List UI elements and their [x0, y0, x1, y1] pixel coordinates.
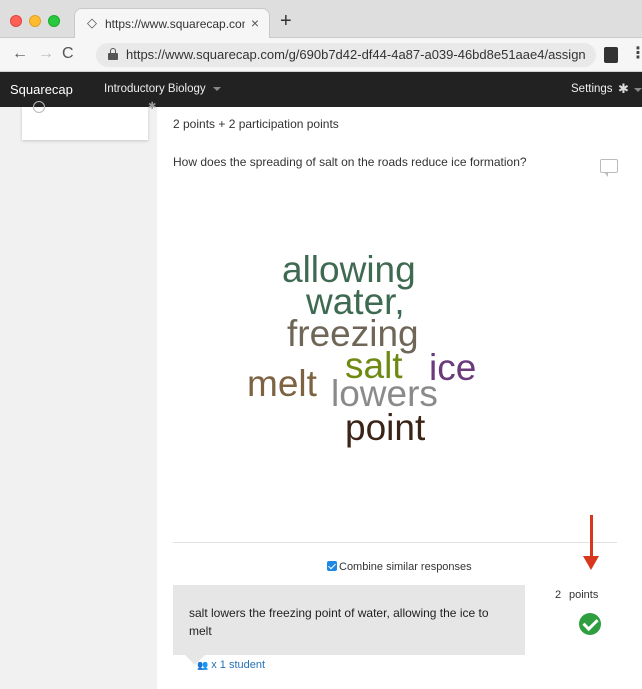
back-icon[interactable]: ← — [12, 45, 28, 63]
word-point: point — [345, 407, 426, 448]
combine-responses-toggle[interactable]: Combine similar responses — [327, 561, 472, 573]
brand-link[interactable]: Squarecap — [10, 82, 73, 97]
browser-tab-strip: ◇ https://www.squarecap.com/g/ × + — [0, 0, 642, 39]
address-bar-url[interactable]: https://www.squarecap.com/g/690b7d42-df4… — [126, 47, 586, 62]
app-navbar: Squarecap Introductory Biology Settings … — [0, 72, 642, 107]
squarecap-favicon-icon: ◇ — [87, 15, 97, 30]
student-count: x 1 student — [211, 659, 266, 671]
course-label: Introductory Biology — [104, 83, 206, 95]
comment-icon[interactable] — [600, 159, 618, 177]
extension-clipboard-icon[interactable] — [604, 47, 618, 63]
student-count-link[interactable]: 👥 x 1 student — [197, 659, 265, 671]
word-cloud: allowing water, freezing melt salt ice l… — [157, 237, 577, 467]
forward-icon[interactable]: → — [38, 45, 54, 63]
combine-label: Combine similar responses — [339, 561, 472, 573]
close-window-button[interactable] — [10, 15, 22, 27]
reload-icon[interactable]: C — [62, 45, 74, 63]
minimize-window-button[interactable] — [29, 15, 41, 27]
annotation-arrow-icon — [583, 515, 599, 571]
radio-icon[interactable] — [33, 101, 45, 113]
browser-toolbar: ← → C https://www.squarecap.com/g/690b7d… — [0, 38, 642, 72]
gear-icon[interactable]: ✱ — [618, 81, 629, 97]
lock-icon — [108, 48, 118, 60]
maximize-window-button[interactable] — [48, 15, 60, 27]
combine-checkbox[interactable] — [327, 561, 337, 571]
points-value[interactable]: 2 — [555, 589, 561, 601]
settings-chevron-down-icon[interactable] — [634, 88, 642, 92]
sidebar-gear-icon[interactable]: ✱ — [148, 101, 156, 112]
users-icon: 👥 — [197, 660, 209, 670]
sidebar-card[interactable]: ✱ — [22, 101, 156, 140]
new-tab-button[interactable]: + — [280, 11, 292, 31]
points-label: points — [569, 589, 599, 601]
question-text: How does the spreading of salt on the ro… — [173, 155, 527, 169]
browser-tab[interactable]: ◇ https://www.squarecap.com/g/ × — [74, 8, 270, 39]
section-divider — [173, 542, 617, 543]
settings-menu[interactable]: Settings — [571, 83, 613, 95]
browser-menu-icon[interactable]: ⋮ — [630, 46, 642, 62]
response-text: salt lowers the freezing point of water,… — [189, 606, 489, 638]
address-bar[interactable]: https://www.squarecap.com/g/690b7d42-df4… — [96, 43, 596, 67]
question-panel: 2 points + 2 participation points How do… — [157, 107, 642, 689]
points-info: 2 points + 2 participation points — [173, 117, 339, 131]
correct-check-icon[interactable] — [579, 613, 601, 635]
response-item: salt lowers the freezing point of water,… — [173, 585, 525, 665]
course-dropdown[interactable]: Introductory Biology — [104, 83, 221, 95]
tab-title: https://www.squarecap.com/g/ — [105, 17, 245, 31]
tab-close-icon[interactable]: × — [251, 15, 259, 31]
chevron-down-icon — [212, 86, 221, 91]
word-melt: melt — [247, 363, 317, 404]
